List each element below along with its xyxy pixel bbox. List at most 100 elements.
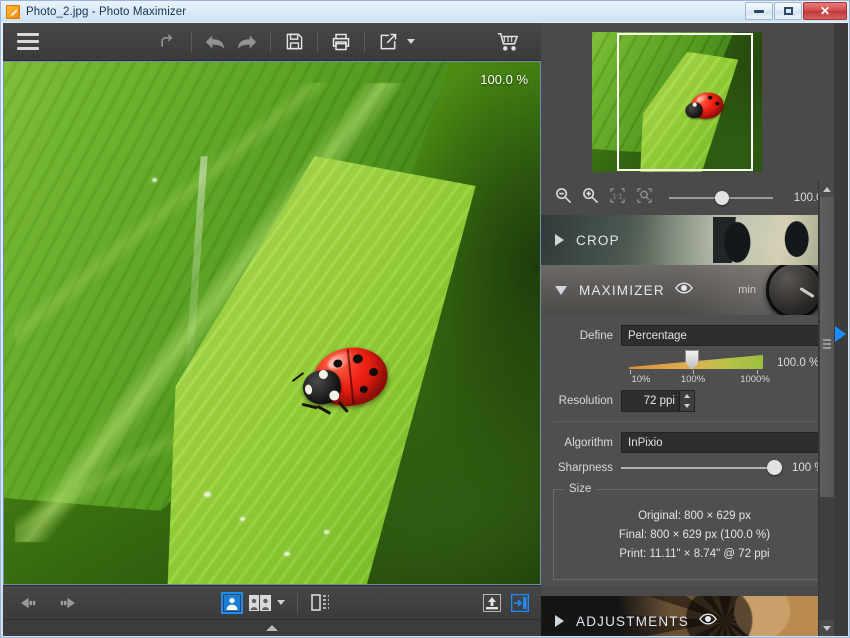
export-image-button[interactable] xyxy=(481,592,503,614)
scrollbar-grip-icon xyxy=(823,339,831,351)
divider xyxy=(553,421,836,422)
algorithm-label: Algorithm xyxy=(553,437,621,449)
minimize-button[interactable] xyxy=(745,2,773,20)
save-button[interactable] xyxy=(279,27,309,57)
tool-sections: CROP MAXIMIZER min max xyxy=(541,215,848,636)
scroll-up-button[interactable] xyxy=(819,181,835,197)
section-header-crop[interactable]: CROP xyxy=(541,215,848,265)
resolution-stepper[interactable]: 72 ppi xyxy=(621,390,695,412)
sharpness-slider-thumb[interactable] xyxy=(767,460,782,475)
algorithm-row: Algorithm InPixio xyxy=(553,432,836,453)
maximizer-knob[interactable] xyxy=(766,265,824,315)
window-title: Photo_2.jpg - Photo Maximizer xyxy=(26,6,186,18)
tick-label-mid: 100% xyxy=(681,374,705,385)
algorithm-value: InPixio xyxy=(628,437,819,449)
panel-scrollbar[interactable] xyxy=(818,181,834,636)
fit-to-screen-icon[interactable] xyxy=(636,187,653,209)
image-canvas[interactable]: 100.0 % xyxy=(3,61,541,585)
actual-size-1to1-icon[interactable]: 1:1 xyxy=(609,187,626,209)
scrollbar-thumb[interactable] xyxy=(820,197,834,497)
size-group-legend: Size xyxy=(564,483,596,495)
collapse-panel-button[interactable] xyxy=(834,323,846,345)
percentage-slider[interactable]: 10% 100% 1000% xyxy=(629,355,763,386)
view-mode-group xyxy=(221,592,332,614)
print-button[interactable] xyxy=(326,27,356,57)
chevron-right-icon[interactable] xyxy=(555,234,564,246)
size-original: Original: 800 × 629 px xyxy=(564,510,825,522)
resolution-increment-button[interactable] xyxy=(680,391,694,401)
previous-image-button[interactable] xyxy=(21,592,43,614)
eye-icon[interactable] xyxy=(699,612,717,630)
section-header-adjustments[interactable]: ADJUSTMENTS xyxy=(541,596,848,636)
next-image-button[interactable] xyxy=(53,592,75,614)
define-value: Percentage xyxy=(628,330,819,342)
sharpness-label: Sharpness xyxy=(553,462,621,474)
size-final: Final: 800 × 629 px (100.0 %) xyxy=(564,529,825,541)
compare-view-dropdown-arrow[interactable] xyxy=(277,600,285,605)
chevron-right-icon[interactable] xyxy=(555,615,564,627)
navigator-zoom-bar: 1:1 100.0 % xyxy=(541,181,848,215)
size-print: Print: 11.11" × 8.74" @ 72 ppi xyxy=(564,548,825,560)
section-title-adjustments: ADJUSTMENTS xyxy=(576,614,689,629)
define-row: Define Percentage xyxy=(553,325,836,346)
right-panel: 1:1 100.0 % xyxy=(541,23,848,636)
expand-caret-icon[interactable] xyxy=(266,625,278,631)
toolbar-separator xyxy=(317,32,318,52)
zoom-out-icon[interactable] xyxy=(555,187,572,209)
eye-icon[interactable] xyxy=(675,281,693,299)
percentage-slider-ticks: 10% 100% 1000% xyxy=(629,370,763,386)
maximize-button[interactable] xyxy=(774,2,802,20)
triangle-right-icon[interactable] xyxy=(835,326,846,342)
export-button[interactable] xyxy=(373,27,403,57)
split-view-button[interactable] xyxy=(310,592,332,614)
section-title-crop: CROP xyxy=(576,233,620,248)
define-dropdown[interactable]: Percentage xyxy=(621,325,836,346)
toolbar-separator xyxy=(270,32,271,52)
export-dropdown-arrow[interactable] xyxy=(407,39,415,44)
close-button[interactable]: ✕ xyxy=(803,2,847,20)
tick-label-max: 1000% xyxy=(740,374,770,385)
app-icon xyxy=(6,5,20,19)
knob-min-label: min xyxy=(738,284,756,296)
single-view-button[interactable] xyxy=(221,592,243,614)
toolbar-separator xyxy=(297,593,298,613)
tick-label-min: 10% xyxy=(631,374,650,385)
undo-button[interactable] xyxy=(200,27,230,57)
top-toolbar xyxy=(3,23,541,61)
svg-text:1:1: 1:1 xyxy=(612,191,623,200)
section-header-maximizer[interactable]: MAXIMIZER min max xyxy=(541,265,848,315)
reset-button[interactable] xyxy=(153,27,183,57)
resolution-row: Resolution 72 ppi xyxy=(553,390,836,412)
resolution-value[interactable]: 72 ppi xyxy=(622,395,679,407)
main-body: 100.0 % xyxy=(3,23,848,636)
compare-view-button[interactable] xyxy=(249,592,271,614)
percentage-slider-row: 10% 100% 1000% 100.0 % xyxy=(553,355,836,386)
chevron-down-icon[interactable] xyxy=(555,286,567,295)
image-navigation xyxy=(21,592,75,614)
title-bar: Photo_2.jpg - Photo Maximizer ✕ xyxy=(1,1,849,22)
toolbar-buttons xyxy=(153,27,415,57)
shopping-cart-icon[interactable] xyxy=(493,27,523,57)
navigator-zoom-slider-thumb[interactable] xyxy=(715,191,729,205)
section-title-maximizer: MAXIMIZER xyxy=(579,283,665,298)
editor-area: 100.0 % xyxy=(3,23,541,636)
sharpness-slider[interactable] xyxy=(621,467,782,469)
redo-button[interactable] xyxy=(232,27,262,57)
bottom-toolbar xyxy=(3,585,541,619)
navigator-thumbnail[interactable] xyxy=(592,32,762,172)
canvas-zoom-label: 100.0 % xyxy=(480,72,528,87)
maximizer-panel-body: Define Percentage xyxy=(541,315,848,586)
toggle-right-panel-button[interactable] xyxy=(509,592,531,614)
resolution-label: Resolution xyxy=(553,395,621,407)
scroll-down-button[interactable] xyxy=(819,620,835,636)
algorithm-dropdown[interactable]: InPixio xyxy=(621,432,836,453)
size-group: Size Original: 800 × 629 px Final: 800 ×… xyxy=(553,483,836,580)
zoom-in-icon[interactable] xyxy=(582,187,599,209)
menu-icon[interactable] xyxy=(17,33,39,50)
status-strip[interactable] xyxy=(3,619,541,636)
application-window: Photo_2.jpg - Photo Maximizer ✕ xyxy=(0,0,850,638)
resolution-decrement-button[interactable] xyxy=(680,401,694,411)
photo-image xyxy=(4,62,540,584)
toolbar-separator xyxy=(191,32,192,52)
navigator-zoom-slider[interactable] xyxy=(669,197,773,199)
